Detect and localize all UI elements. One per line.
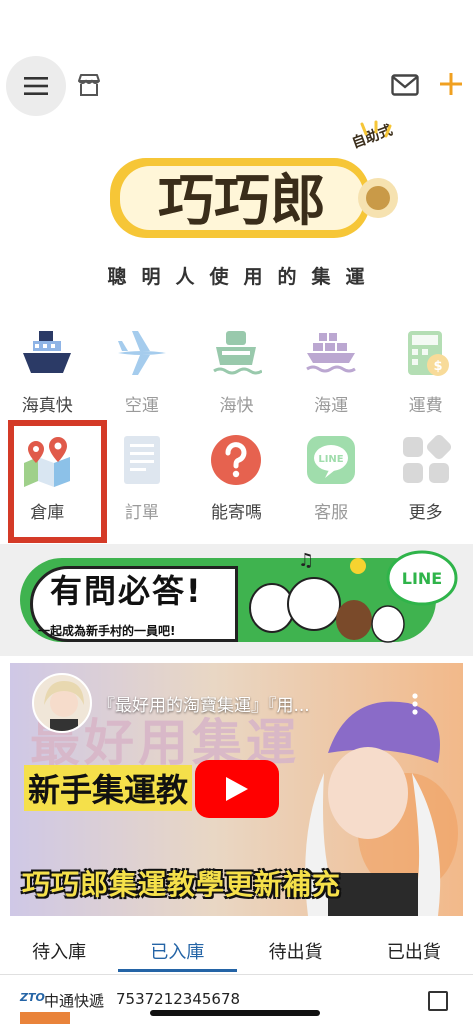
home-indicator: [150, 1010, 320, 1016]
tab-divider: [0, 974, 473, 975]
grid-label: 海運: [314, 396, 349, 416]
package-checkbox[interactable]: [428, 991, 448, 1011]
line-characters-illustration: LINE ♫: [249, 550, 458, 643]
brand-badge: 自助式: [350, 121, 395, 151]
grid-item-sea-freight[interactable]: 海運: [284, 325, 379, 432]
youtube-video[interactable]: 最好用集運 新手集運教 『最好用的淘寶集運』『用... 巧巧郎集運教學更新補充: [10, 663, 463, 916]
tab-pending-shipment[interactable]: 待出貨: [237, 926, 355, 974]
grid-item-orders[interactable]: 訂單: [95, 432, 190, 539]
banner-subtitle: 一起成為新手村的一員吧!: [38, 624, 176, 638]
brand-logo-text: 巧巧郎: [158, 169, 326, 234]
calculator-icon: $: [398, 325, 454, 381]
grid-label: 海快: [219, 396, 254, 416]
grid-label: 能寄嗎: [210, 503, 262, 523]
play-button[interactable]: [195, 760, 279, 818]
add-icon[interactable]: [437, 70, 465, 98]
grid-item-customer-service[interactable]: LINE 客服: [284, 432, 379, 539]
tab-pending-inbound[interactable]: 待入庫: [0, 926, 118, 974]
video-overlay-bottom: 巧巧郎集運教學更新補充: [22, 868, 342, 901]
channel-avatar[interactable]: [32, 673, 92, 733]
ship-icon: [19, 325, 75, 381]
svg-text:$: $: [433, 359, 442, 374]
order-status-tabs: 待入庫 已入庫 待出貨 已出貨: [0, 926, 473, 974]
grid-label: 海真快: [21, 396, 73, 416]
tab-shipped[interactable]: 已出貨: [355, 926, 473, 974]
grid-label: 運費: [408, 396, 443, 416]
tracking-number: 7537212345678: [116, 990, 241, 1008]
grid-item-sea-express[interactable]: 海真快: [0, 325, 95, 432]
warehouse-highlight-box: [8, 420, 107, 543]
line-icon: LINE: [303, 432, 359, 488]
grid-item-more[interactable]: 更多: [378, 432, 473, 539]
package-row[interactable]: ZTO 中通快遞 7537212345678: [0, 978, 473, 1024]
more-grid-icon: [398, 432, 454, 488]
video-title: 『最好用的淘寶集運』『用...: [98, 696, 310, 716]
play-icon: [226, 777, 248, 801]
svg-text:LINE: LINE: [318, 454, 343, 465]
package-tag: [20, 1012, 70, 1024]
svg-text:♫: ♫: [298, 550, 314, 571]
cargo-ship-icon: [303, 325, 359, 381]
video-overlay-mid: 新手集運教: [24, 765, 193, 811]
document-icon: [114, 432, 170, 488]
store-icon[interactable]: [76, 72, 102, 98]
grid-label: 訂單: [124, 503, 159, 523]
ferry-icon: [208, 325, 264, 381]
grid-label: 更多: [408, 503, 443, 523]
grid-label: 空運: [124, 396, 159, 416]
grid-item-air[interactable]: 空運: [95, 325, 190, 432]
hamburger-icon: [24, 77, 48, 95]
grid-item-shipping-fee[interactable]: $ 運費: [378, 325, 473, 432]
menu-button[interactable]: [6, 56, 66, 116]
brand-logo: 巧巧郎 自助式: [110, 120, 398, 238]
mail-icon[interactable]: [391, 74, 419, 96]
courier-name: 中通快遞: [44, 992, 105, 1010]
top-bar: [0, 0, 473, 120]
question-icon: [208, 432, 264, 488]
grid-label: 客服: [314, 503, 349, 523]
banner-title: 有問必答!: [50, 572, 203, 610]
tab-inbound[interactable]: 已入庫: [118, 926, 237, 974]
tagline: 聰明人使用的集運: [107, 266, 380, 288]
feature-grid-row-1: 海真快 空運 海快 海運 $ 運費: [0, 325, 473, 432]
courier-logo-icon: ZTO: [20, 991, 45, 1004]
grid-item-sea-fast[interactable]: 海快: [189, 325, 284, 432]
airplane-icon: [114, 325, 170, 381]
grid-item-can-ship[interactable]: 能寄嗎: [189, 432, 284, 539]
banner-line-badge: LINE: [402, 569, 442, 588]
line-promo-banner[interactable]: 有問必答! LINE ♫ 一起成為新手村的一員吧!: [0, 544, 473, 656]
more-options-icon[interactable]: [412, 693, 418, 715]
